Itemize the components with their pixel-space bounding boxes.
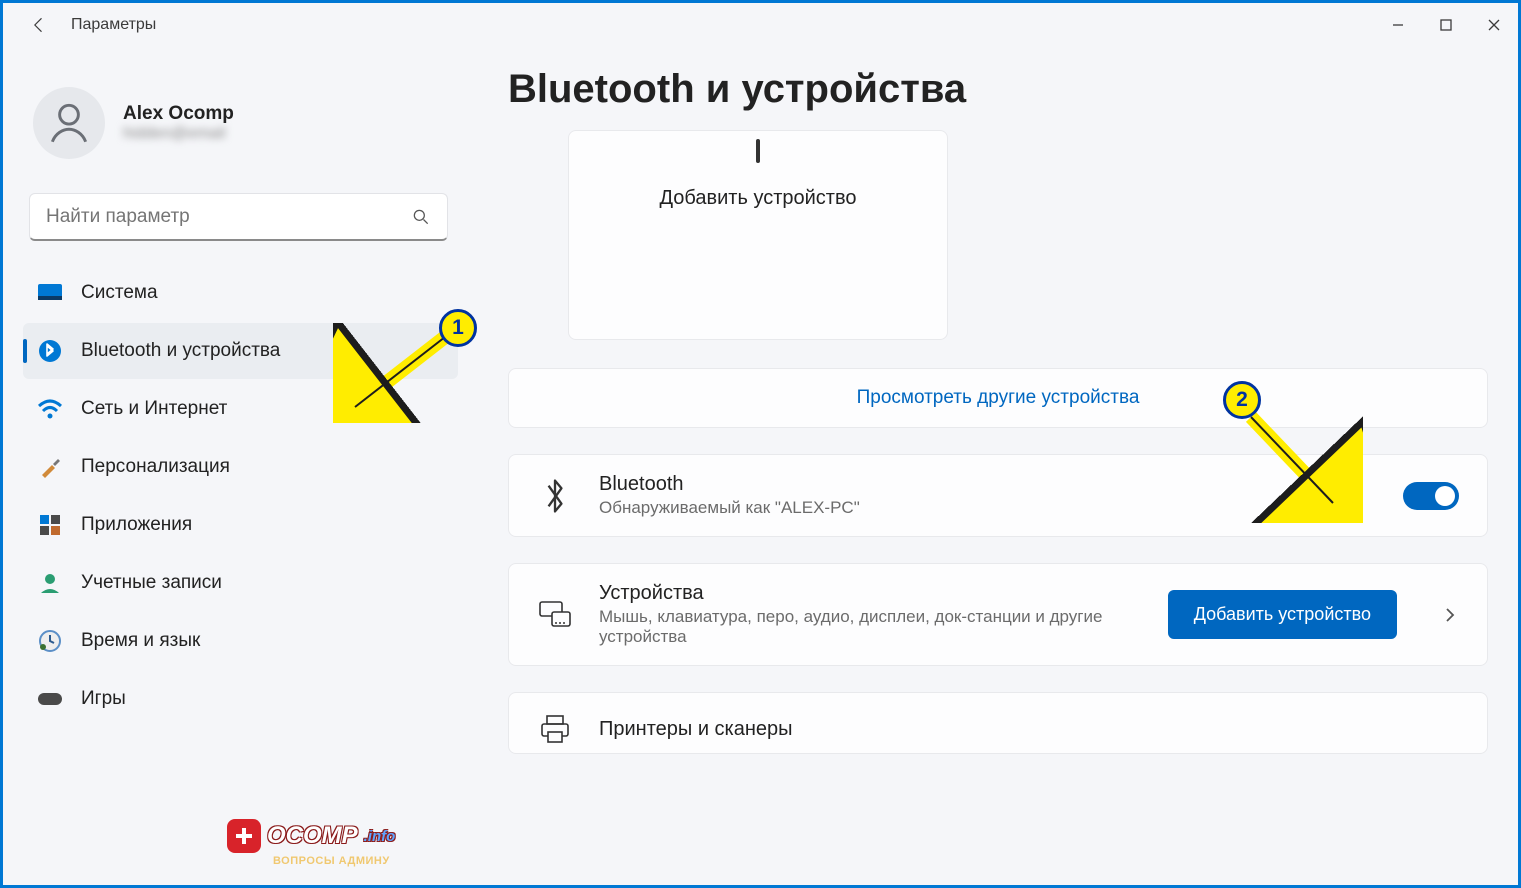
- annotation-marker-2: 2: [1223, 381, 1261, 419]
- add-device-button[interactable]: Добавить устройство: [1168, 590, 1397, 639]
- apps-icon: [37, 512, 63, 538]
- wifi-icon: [37, 396, 63, 422]
- page-title: Bluetooth и устройства: [508, 67, 1488, 112]
- plus-icon: [756, 139, 760, 163]
- sidebar-item-time[interactable]: Время и язык: [23, 613, 458, 669]
- devices-card[interactable]: Устройства Мышь, клавиатура, перо, аудио…: [508, 563, 1488, 666]
- bluetooth-sub: Обнаруживаемый как "ALEX-PC": [599, 498, 1301, 518]
- add-device-card[interactable]: Добавить устройство: [568, 130, 948, 340]
- annotation-marker-1: 1: [439, 309, 477, 347]
- brush-icon: [37, 454, 63, 480]
- app-title: Параметры: [71, 16, 156, 34]
- watermark-tld: .info: [364, 828, 396, 845]
- user-name: Alex Ocomp: [123, 103, 234, 125]
- devices-sub: Мышь, клавиатура, перо, аудио, дисплеи, …: [599, 607, 1142, 647]
- time-icon: [37, 628, 63, 654]
- titlebar: Параметры: [3, 3, 1518, 47]
- sidebar-item-label: Игры: [81, 688, 126, 710]
- back-button[interactable]: [27, 13, 51, 37]
- bluetooth-icon: [537, 478, 573, 514]
- watermark-badge: [227, 819, 261, 853]
- close-button[interactable]: [1470, 7, 1518, 43]
- sidebar-item-label: Персонализация: [81, 456, 230, 478]
- minimize-button[interactable]: [1374, 7, 1422, 43]
- sidebar-item-label: Учетные записи: [81, 572, 222, 594]
- sidebar-item-label: Приложения: [81, 514, 192, 536]
- sidebar-item-label: Bluetooth и устройства: [81, 340, 280, 362]
- sidebar-item-label: Сеть и Интернет: [81, 398, 227, 420]
- maximize-button[interactable]: [1422, 7, 1470, 43]
- add-device-label: Добавить устройство: [660, 187, 857, 210]
- search-box[interactable]: [29, 193, 448, 241]
- watermark: OCOMP .info: [227, 819, 395, 853]
- search-icon: [411, 207, 431, 227]
- annotation-arrow-2: [1233, 403, 1363, 523]
- sidebar-item-games[interactable]: Игры: [23, 671, 458, 727]
- chevron-right-icon: [1441, 606, 1459, 624]
- settings-window: Параметры Alex Ocomp hidden@email: [0, 0, 1521, 888]
- printers-title: Принтеры и сканеры: [599, 718, 1459, 741]
- avatar: [33, 87, 105, 159]
- view-more-label: Просмотреть другие устройства: [857, 387, 1140, 409]
- sidebar-item-label: Время и язык: [81, 630, 200, 652]
- sidebar-item-label: Система: [81, 282, 158, 304]
- bluetooth-title: Bluetooth: [599, 473, 1301, 496]
- games-icon: [37, 686, 63, 712]
- watermark-brand: OCOMP: [267, 822, 358, 850]
- search-input[interactable]: [46, 206, 411, 228]
- user-email: hidden@email: [123, 125, 234, 143]
- user-block[interactable]: Alex Ocomp hidden@email: [23, 67, 458, 187]
- sidebar: Alex Ocomp hidden@email Система Bluetoot…: [3, 47, 468, 885]
- system-icon: [37, 280, 63, 306]
- devices-title: Устройства: [599, 582, 1142, 605]
- sidebar-item-apps[interactable]: Приложения: [23, 497, 458, 553]
- watermark-sub: ВОПРОСЫ АДМИНУ: [273, 855, 390, 867]
- printer-icon: [537, 711, 573, 747]
- bluetooth-toggle[interactable]: [1403, 482, 1459, 510]
- accounts-icon: [37, 570, 63, 596]
- bluetooth-icon: [37, 338, 63, 364]
- sidebar-item-personalization[interactable]: Персонализация: [23, 439, 458, 495]
- printers-card[interactable]: Принтеры и сканеры: [508, 692, 1488, 754]
- sidebar-item-accounts[interactable]: Учетные записи: [23, 555, 458, 611]
- sidebar-item-system[interactable]: Система: [23, 265, 458, 321]
- devices-icon: [537, 597, 573, 633]
